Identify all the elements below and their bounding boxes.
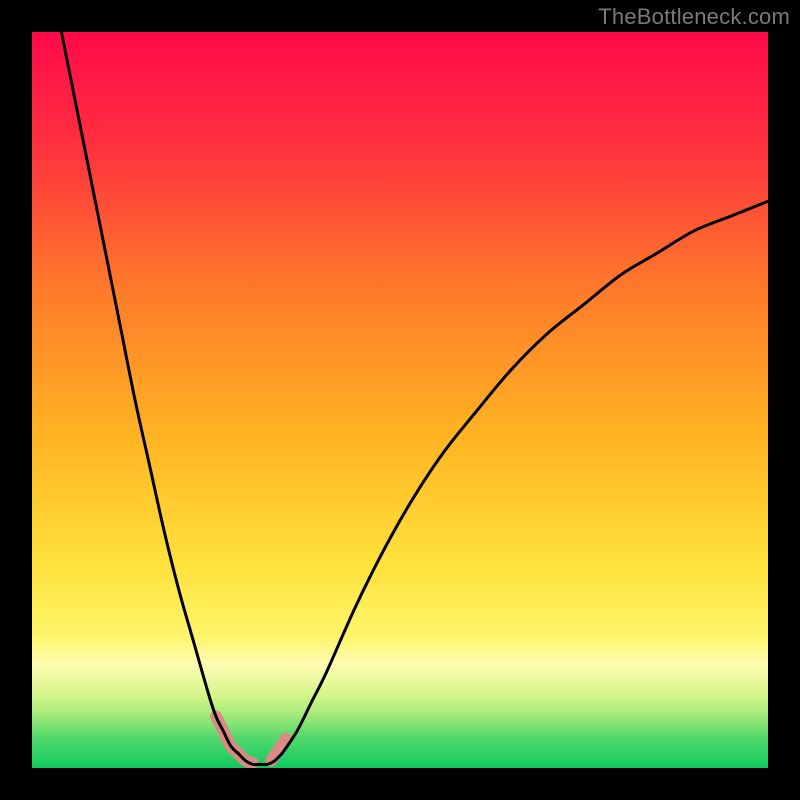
right-branch-curve (282, 201, 768, 753)
watermark-text: TheBottleneck.com (598, 4, 790, 30)
chart-frame: TheBottleneck.com (0, 0, 800, 800)
left-branch-curve (61, 32, 238, 753)
curve-layer (32, 32, 768, 768)
accent-segment-left (216, 716, 253, 762)
plot-area (32, 32, 768, 768)
